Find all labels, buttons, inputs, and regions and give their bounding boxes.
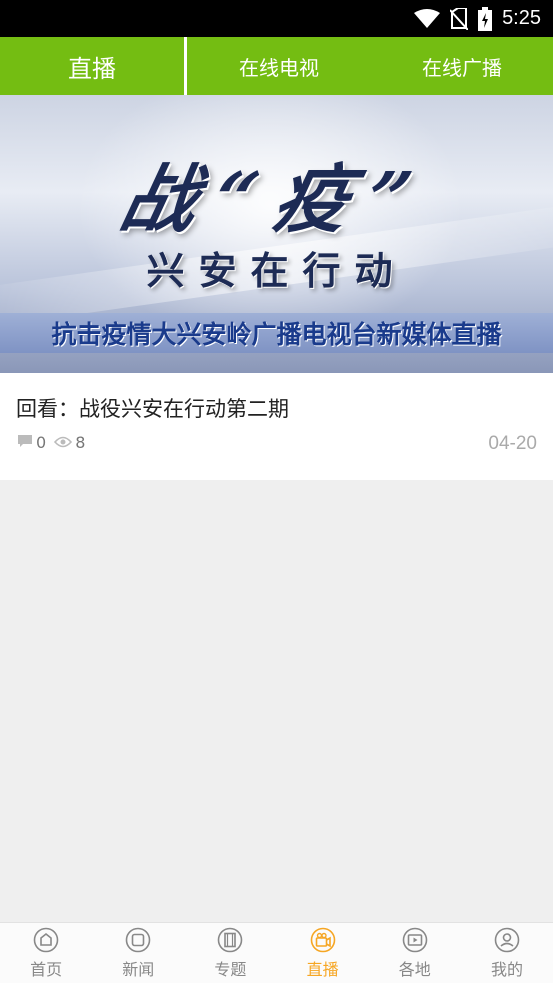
nav-mine[interactable]: 我的	[461, 923, 553, 983]
nav-news-label: 新闻	[122, 959, 155, 979]
tab-live[interactable]: 直播	[0, 37, 184, 95]
nav-home-label: 首页	[30, 959, 63, 979]
banner-sub-title: 兴安在行动	[146, 249, 407, 293]
banner-caption: 抗击疫情大兴安岭广播电视台新媒体直播	[51, 320, 502, 349]
top-tab-bar: 直播 在线电视 在线广播	[0, 37, 553, 95]
battery-charging-icon	[478, 6, 493, 31]
banner-caption-strip: 抗击疫情大兴安岭广播电视台新媒体直播	[0, 313, 553, 353]
view-count: 8	[54, 433, 85, 452]
nav-news[interactable]: 新闻	[92, 923, 184, 983]
wifi-icon	[414, 8, 441, 29]
view-count-value: 8	[75, 433, 86, 452]
live-banner-image[interactable]: 战“疫” 兴安在行动 抗击疫情大兴安岭广播电视台新媒体直播	[0, 95, 553, 373]
comment-count-value: 0	[36, 433, 47, 452]
nav-mine-label: 我的	[490, 959, 523, 979]
status-bar: 5:25	[0, 0, 553, 37]
local-video-icon	[402, 927, 428, 956]
nav-live[interactable]: 直播	[277, 923, 369, 983]
news-meta: 0 8	[17, 433, 93, 452]
comment-icon	[17, 433, 36, 452]
nav-live-label: 直播	[306, 959, 339, 979]
banner-big-title: 战“疫”	[113, 157, 437, 243]
film-icon	[217, 927, 243, 956]
nav-local[interactable]: 各地	[369, 923, 461, 983]
tab-online-radio[interactable]: 在线广播	[371, 37, 553, 95]
video-camera-icon	[310, 927, 336, 956]
comment-count: 0	[17, 433, 46, 452]
nav-home[interactable]: 首页	[0, 923, 92, 983]
no-sim-icon	[450, 7, 469, 30]
news-date: 04-20	[488, 433, 537, 454]
tab-online-tv[interactable]: 在线电视	[187, 37, 371, 95]
nav-local-label: 各地	[398, 959, 431, 979]
nav-topics[interactable]: 专题	[184, 923, 276, 983]
nav-topics-label: 专题	[214, 959, 247, 979]
bottom-nav: 首页 新闻 专题 直播 各地 我的	[0, 922, 553, 983]
news-icon	[125, 927, 151, 956]
news-list-item[interactable]: 回看：战役兴安在行动第二期 0 8 04-20	[0, 373, 553, 480]
eye-icon	[54, 433, 75, 452]
status-time: 5:25	[502, 7, 541, 29]
user-icon	[494, 927, 520, 956]
news-title: 回看：战役兴安在行动第二期	[16, 397, 289, 421]
home-icon	[33, 927, 59, 956]
